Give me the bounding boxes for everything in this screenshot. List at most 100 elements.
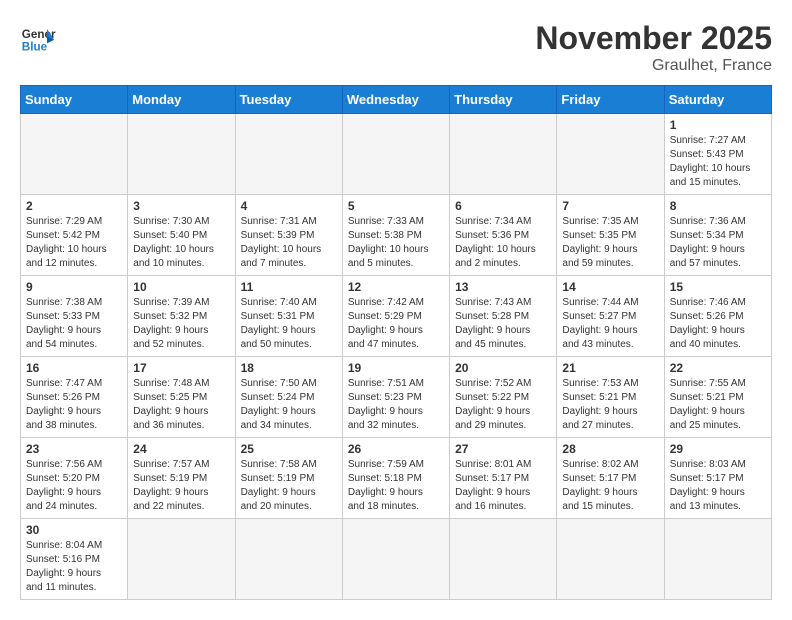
page-header: General Blue November 2025 Graulhet, Fra… bbox=[20, 20, 772, 75]
calendar-cell bbox=[664, 519, 771, 600]
calendar-cell bbox=[342, 114, 449, 195]
calendar-cell: 20 Sunrise: 7:52 AM Sunset: 5:22 PM Dayli… bbox=[450, 357, 557, 438]
calendar-cell: 24 Sunrise: 7:57 AM Sunset: 5:19 PM Dayli… bbox=[128, 438, 235, 519]
calendar-cell: 28 Sunrise: 8:02 AM Sunset: 5:17 PM Dayli… bbox=[557, 438, 664, 519]
day-number: 12 bbox=[348, 280, 444, 294]
day-number: 23 bbox=[26, 442, 122, 456]
calendar-cell: 14 Sunrise: 7:44 AM Sunset: 5:27 PM Dayli… bbox=[557, 276, 664, 357]
weekday-header-wednesday: Wednesday bbox=[342, 86, 449, 114]
day-number: 24 bbox=[133, 442, 229, 456]
cell-info: Sunrise: 7:38 AM Sunset: 5:33 PM Dayligh… bbox=[26, 296, 122, 352]
calendar-cell: 16 Sunrise: 7:47 AM Sunset: 5:26 PM Dayli… bbox=[21, 357, 128, 438]
cell-info: Sunrise: 7:46 AM Sunset: 5:26 PM Dayligh… bbox=[670, 296, 766, 352]
day-number: 5 bbox=[348, 199, 444, 213]
title-block: November 2025 Graulhet, France bbox=[535, 20, 772, 75]
cell-info: Sunrise: 7:39 AM Sunset: 5:32 PM Dayligh… bbox=[133, 296, 229, 352]
day-number: 9 bbox=[26, 280, 122, 294]
day-number: 8 bbox=[670, 199, 766, 213]
weekday-header-thursday: Thursday bbox=[450, 86, 557, 114]
calendar-cell: 1 Sunrise: 7:27 AM Sunset: 5:43 PM Daylig… bbox=[664, 114, 771, 195]
day-number: 1 bbox=[670, 118, 766, 132]
calendar-cell: 18Sunrise: 7:50 AM Sunset: 5:24 PM Dayli… bbox=[235, 357, 342, 438]
month-title: November 2025 bbox=[535, 20, 772, 57]
cell-info: Sunrise: 7:27 AM Sunset: 5:43 PM Dayligh… bbox=[670, 134, 766, 190]
cell-info: Sunrise: 7:55 AM Sunset: 5:21 PM Dayligh… bbox=[670, 377, 766, 433]
calendar-cell bbox=[21, 114, 128, 195]
calendar-cell: 9 Sunrise: 7:38 AM Sunset: 5:33 PM Daylig… bbox=[21, 276, 128, 357]
calendar-cell: 19Sunrise: 7:51 AM Sunset: 5:23 PM Dayli… bbox=[342, 357, 449, 438]
day-number: 18 bbox=[241, 361, 337, 375]
day-number: 22 bbox=[670, 361, 766, 375]
svg-text:Blue: Blue bbox=[22, 41, 48, 54]
calendar-cell: 30 Sunrise: 8:04 AM Sunset: 5:16 PM Dayli… bbox=[21, 519, 128, 600]
calendar-cell: 10 Sunrise: 7:39 AM Sunset: 5:32 PM Dayli… bbox=[128, 276, 235, 357]
day-number: 16 bbox=[26, 361, 122, 375]
calendar-cell: 2Sunrise: 7:29 AM Sunset: 5:42 PM Daylig… bbox=[21, 195, 128, 276]
day-number: 21 bbox=[562, 361, 658, 375]
day-number: 6 bbox=[455, 199, 551, 213]
logo-icon: General Blue bbox=[20, 20, 56, 56]
calendar-cell: 15Sunrise: 7:46 AM Sunset: 5:26 PM Dayli… bbox=[664, 276, 771, 357]
cell-info: Sunrise: 7:56 AM Sunset: 5:20 PM Dayligh… bbox=[26, 458, 122, 514]
calendar-cell: 26 Sunrise: 7:59 AM Sunset: 5:18 PM Dayli… bbox=[342, 438, 449, 519]
weekday-header-tuesday: Tuesday bbox=[235, 86, 342, 114]
cell-info: Sunrise: 8:01 AM Sunset: 5:17 PM Dayligh… bbox=[455, 458, 551, 514]
calendar-cell bbox=[235, 114, 342, 195]
week-row-3: 9 Sunrise: 7:38 AM Sunset: 5:33 PM Daylig… bbox=[21, 276, 772, 357]
weekday-header-monday: Monday bbox=[128, 86, 235, 114]
day-number: 29 bbox=[670, 442, 766, 456]
calendar-cell: 5Sunrise: 7:33 AM Sunset: 5:38 PM Daylig… bbox=[342, 195, 449, 276]
calendar-cell bbox=[128, 114, 235, 195]
cell-info: Sunrise: 7:42 AM Sunset: 5:29 PM Dayligh… bbox=[348, 296, 444, 352]
logo: General Blue bbox=[20, 20, 56, 56]
location: Graulhet, France bbox=[535, 57, 772, 75]
day-number: 3 bbox=[133, 199, 229, 213]
day-number: 11 bbox=[241, 280, 337, 294]
day-number: 27 bbox=[455, 442, 551, 456]
calendar-header-row: SundayMondayTuesdayWednesdayThursdayFrid… bbox=[21, 86, 772, 114]
calendar-cell: 22 Sunrise: 7:55 AM Sunset: 5:21 PM Dayli… bbox=[664, 357, 771, 438]
cell-info: Sunrise: 7:52 AM Sunset: 5:22 PM Dayligh… bbox=[455, 377, 551, 433]
calendar-cell: 25 Sunrise: 7:58 AM Sunset: 5:19 PM Dayli… bbox=[235, 438, 342, 519]
calendar-body: 1 Sunrise: 7:27 AM Sunset: 5:43 PM Daylig… bbox=[21, 114, 772, 600]
calendar-cell: 13 Sunrise: 7:43 AM Sunset: 5:28 PM Dayli… bbox=[450, 276, 557, 357]
cell-info: Sunrise: 7:58 AM Sunset: 5:19 PM Dayligh… bbox=[241, 458, 337, 514]
day-number: 14 bbox=[562, 280, 658, 294]
calendar-cell bbox=[557, 519, 664, 600]
cell-info: Sunrise: 7:59 AM Sunset: 5:18 PM Dayligh… bbox=[348, 458, 444, 514]
calendar-cell: 8 Sunrise: 7:36 AM Sunset: 5:34 PM Daylig… bbox=[664, 195, 771, 276]
calendar-cell: 12 Sunrise: 7:42 AM Sunset: 5:29 PM Dayli… bbox=[342, 276, 449, 357]
week-row-5: 23 Sunrise: 7:56 AM Sunset: 5:20 PM Dayli… bbox=[21, 438, 772, 519]
cell-info: Sunrise: 8:02 AM Sunset: 5:17 PM Dayligh… bbox=[562, 458, 658, 514]
day-number: 10 bbox=[133, 280, 229, 294]
cell-info: Sunrise: 7:53 AM Sunset: 5:21 PM Dayligh… bbox=[562, 377, 658, 433]
calendar-cell: 3Sunrise: 7:30 AM Sunset: 5:40 PM Daylig… bbox=[128, 195, 235, 276]
day-number: 28 bbox=[562, 442, 658, 456]
cell-info: Sunrise: 7:40 AM Sunset: 5:31 PM Dayligh… bbox=[241, 296, 337, 352]
calendar-cell: 27 Sunrise: 8:01 AM Sunset: 5:17 PM Dayli… bbox=[450, 438, 557, 519]
cell-info: Sunrise: 7:57 AM Sunset: 5:19 PM Dayligh… bbox=[133, 458, 229, 514]
calendar-cell: 23 Sunrise: 7:56 AM Sunset: 5:20 PM Dayli… bbox=[21, 438, 128, 519]
day-number: 26 bbox=[348, 442, 444, 456]
cell-info: Sunrise: 8:04 AM Sunset: 5:16 PM Dayligh… bbox=[26, 539, 122, 595]
day-number: 4 bbox=[241, 199, 337, 213]
cell-info: Sunrise: 7:43 AM Sunset: 5:28 PM Dayligh… bbox=[455, 296, 551, 352]
cell-info: Sunrise: 7:51 AM Sunset: 5:23 PM Dayligh… bbox=[348, 377, 444, 433]
calendar-cell bbox=[557, 114, 664, 195]
weekday-header-friday: Friday bbox=[557, 86, 664, 114]
week-row-6: 30 Sunrise: 8:04 AM Sunset: 5:16 PM Dayli… bbox=[21, 519, 772, 600]
cell-info: Sunrise: 7:35 AM Sunset: 5:35 PM Dayligh… bbox=[562, 215, 658, 271]
cell-info: Sunrise: 7:34 AM Sunset: 5:36 PM Dayligh… bbox=[455, 215, 551, 271]
calendar-cell bbox=[342, 519, 449, 600]
weekday-header-saturday: Saturday bbox=[664, 86, 771, 114]
day-number: 25 bbox=[241, 442, 337, 456]
cell-info: Sunrise: 7:36 AM Sunset: 5:34 PM Dayligh… bbox=[670, 215, 766, 271]
calendar-cell: 4Sunrise: 7:31 AM Sunset: 5:39 PM Daylig… bbox=[235, 195, 342, 276]
week-row-4: 16 Sunrise: 7:47 AM Sunset: 5:26 PM Dayli… bbox=[21, 357, 772, 438]
day-number: 30 bbox=[26, 523, 122, 537]
day-number: 20 bbox=[455, 361, 551, 375]
cell-info: Sunrise: 7:47 AM Sunset: 5:26 PM Dayligh… bbox=[26, 377, 122, 433]
cell-info: Sunrise: 7:44 AM Sunset: 5:27 PM Dayligh… bbox=[562, 296, 658, 352]
day-number: 13 bbox=[455, 280, 551, 294]
calendar-cell: 21 Sunrise: 7:53 AM Sunset: 5:21 PM Dayli… bbox=[557, 357, 664, 438]
